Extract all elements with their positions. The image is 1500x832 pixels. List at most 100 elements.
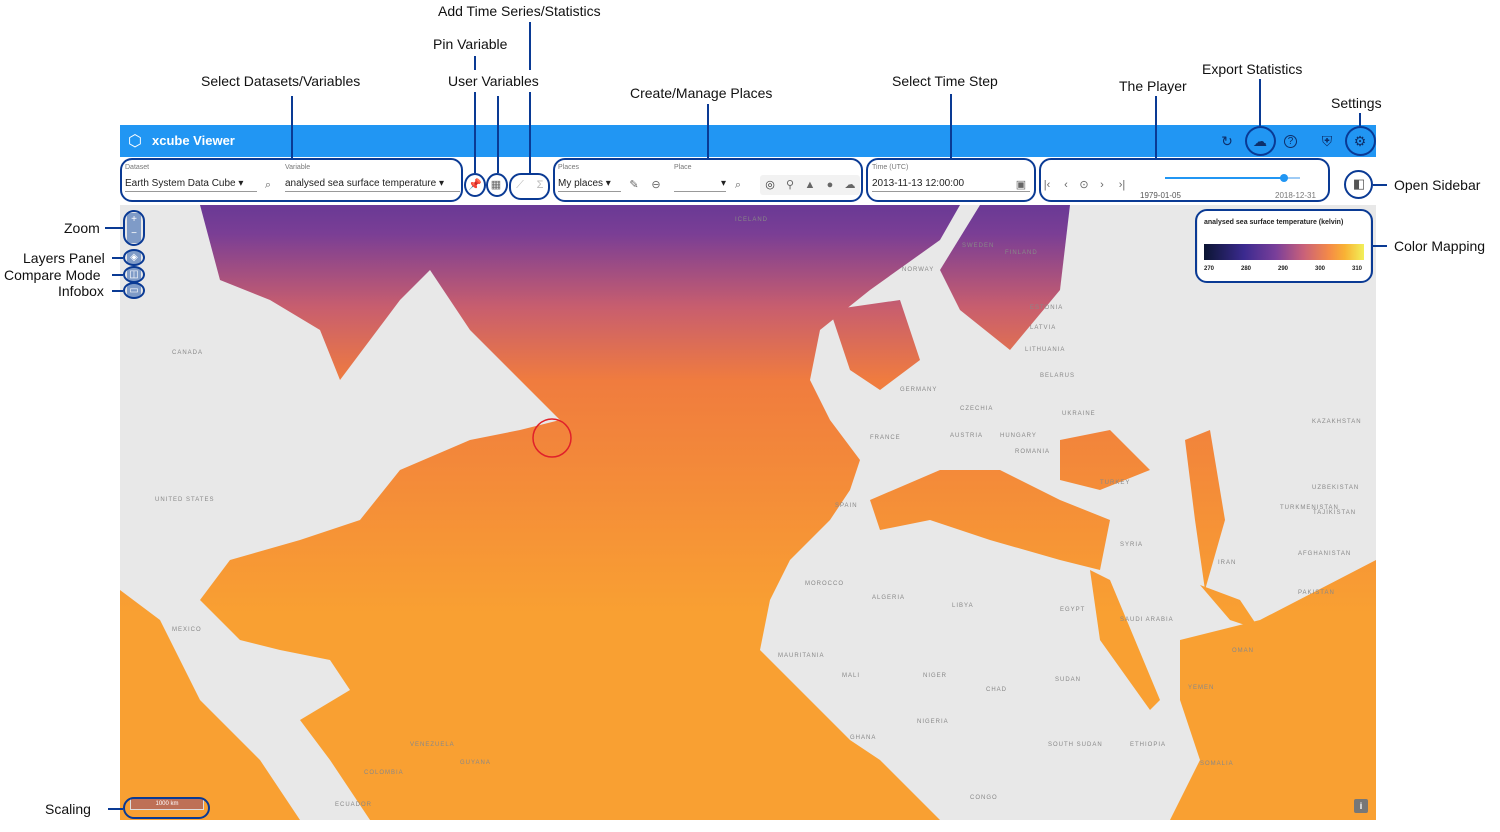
map-label: FINLAND bbox=[1005, 250, 1038, 256]
map-label: TURKEY bbox=[1100, 480, 1131, 486]
ring-infobox bbox=[123, 282, 145, 299]
caspian-sea bbox=[1185, 430, 1225, 590]
ring-sidebar bbox=[1344, 170, 1373, 199]
map-label: LIBYA bbox=[952, 603, 974, 609]
attribution-info-icon[interactable]: i bbox=[1354, 799, 1368, 813]
callout-line bbox=[1373, 184, 1387, 186]
annotation-settings: Settings bbox=[1331, 95, 1382, 111]
map-label: SOUTH SUDAN bbox=[1048, 742, 1103, 748]
red-sea bbox=[1090, 570, 1160, 710]
map-label: SOMALIA bbox=[1200, 761, 1234, 767]
map-label: LITHUANIA bbox=[1025, 347, 1066, 353]
ring-zoom bbox=[123, 210, 145, 246]
map-label: HUNGARY bbox=[1000, 433, 1037, 439]
callout-line bbox=[105, 227, 123, 229]
callout-line bbox=[112, 274, 123, 276]
ring-places bbox=[553, 158, 863, 202]
map-label: SAUDI ARABIA bbox=[1120, 617, 1174, 623]
map-label: LATVIA bbox=[1030, 325, 1057, 331]
annotation-scaling: Scaling bbox=[45, 801, 91, 817]
persian-gulf bbox=[1200, 585, 1260, 630]
map-label: PAKISTAN bbox=[1298, 590, 1335, 596]
annotation-add-timeseries: Add Time Series/Statistics bbox=[438, 3, 601, 19]
annotation-time-step: Select Time Step bbox=[892, 73, 998, 89]
map-label: CONGO bbox=[970, 795, 998, 801]
ring-datasets bbox=[120, 158, 463, 202]
map-label: ECUADOR bbox=[335, 802, 373, 808]
map-label: NIGER bbox=[923, 673, 948, 679]
ring-scaling bbox=[123, 797, 210, 819]
annotation-color-mapping: Color Mapping bbox=[1394, 238, 1486, 254]
ring-time bbox=[866, 158, 1036, 202]
map-label: SWEDEN bbox=[962, 243, 995, 249]
help-icon[interactable]: ? bbox=[1284, 135, 1297, 148]
annotation-layers: Layers Panel bbox=[23, 250, 105, 266]
map-label: CZECHIA bbox=[960, 406, 994, 412]
ring-settings bbox=[1345, 126, 1376, 156]
callout-line bbox=[1155, 96, 1157, 158]
callout-line bbox=[1259, 79, 1261, 126]
app-header: ⬡ xcube Viewer ↻ ☁ ? ⛨ ⚙ bbox=[120, 125, 1376, 157]
map-label: ETHIOPIA bbox=[1130, 742, 1167, 748]
app-title: xcube Viewer bbox=[152, 133, 235, 148]
map-label: AUSTRIA bbox=[950, 433, 984, 439]
shield-icon[interactable]: ⛨ bbox=[1318, 132, 1336, 150]
map-label: CANADA bbox=[172, 350, 204, 356]
map-label: VENEZUELA bbox=[410, 742, 455, 748]
map-label: ESTONIA bbox=[1030, 305, 1064, 311]
callout-line bbox=[1373, 245, 1387, 247]
callout-line bbox=[950, 94, 952, 158]
annotation-sidebar: Open Sidebar bbox=[1394, 177, 1481, 193]
callout-line bbox=[112, 290, 123, 292]
map-label: NIGERIA bbox=[917, 719, 949, 725]
map-label: NORWAY bbox=[902, 267, 935, 273]
map-label: SPAIN bbox=[835, 503, 858, 509]
north-sea bbox=[830, 300, 920, 390]
map-label: GHANA bbox=[850, 735, 877, 741]
map-view[interactable]: CANADA UNITED STATES MEXICO ICELAND SWEDEN FI… bbox=[120, 205, 1376, 820]
annotation-places: Create/Manage Places bbox=[630, 85, 773, 101]
atlantic-ocean bbox=[200, 205, 960, 820]
map-label: SUDAN bbox=[1055, 677, 1082, 683]
callout-line bbox=[1359, 113, 1361, 126]
map-label: MAURITANIA bbox=[778, 653, 825, 659]
map-label: MOROCCO bbox=[805, 581, 844, 587]
ring-user-vars bbox=[486, 173, 508, 197]
ring-legend bbox=[1195, 209, 1373, 283]
map-label: MALI bbox=[842, 673, 861, 679]
annotation-select-datasets: Select Datasets/Variables bbox=[201, 73, 361, 89]
refresh-icon[interactable]: ↻ bbox=[1218, 132, 1236, 150]
ring-pin bbox=[464, 173, 486, 197]
map-label: KAZAKHSTAN bbox=[1312, 419, 1362, 425]
map-label: FRANCE bbox=[870, 435, 901, 441]
ring-timeseries bbox=[509, 173, 550, 200]
map-label: ICELAND bbox=[735, 217, 769, 223]
callout-line bbox=[112, 257, 123, 259]
map-label: UZBEKISTAN bbox=[1312, 485, 1360, 491]
map-label: YEMEN bbox=[1188, 685, 1215, 691]
map-label: ALGERIA bbox=[872, 595, 906, 601]
ring-compare bbox=[123, 266, 145, 283]
ring-layers bbox=[123, 249, 145, 266]
annotation-export: Export Statistics bbox=[1202, 61, 1303, 77]
annotation-zoom: Zoom bbox=[64, 220, 100, 236]
map-label: AFGHANISTAN bbox=[1298, 551, 1352, 557]
map-label: EGYPT bbox=[1060, 607, 1086, 613]
map-label: UNITED STATES bbox=[155, 497, 215, 503]
map-label: CHAD bbox=[986, 687, 1008, 693]
annotation-pin-variable: Pin Variable bbox=[433, 36, 508, 52]
map-label: IRAN bbox=[1218, 560, 1237, 566]
ring-player bbox=[1039, 158, 1330, 202]
annotation-compare: Compare Mode bbox=[4, 267, 101, 283]
mediterranean bbox=[870, 470, 1110, 570]
map-label: GERMANY bbox=[900, 387, 938, 393]
map-label: GUYANA bbox=[460, 760, 491, 766]
map-label: COLOMBIA bbox=[364, 770, 404, 776]
map-label: MEXICO bbox=[172, 627, 202, 633]
annotation-player: The Player bbox=[1119, 78, 1187, 94]
cube-logo-icon: ⬡ bbox=[128, 133, 142, 150]
map-label: BELARUS bbox=[1040, 373, 1076, 379]
callout-line bbox=[529, 22, 531, 70]
callout-line bbox=[291, 96, 293, 158]
map-label: SYRIA bbox=[1120, 542, 1144, 548]
